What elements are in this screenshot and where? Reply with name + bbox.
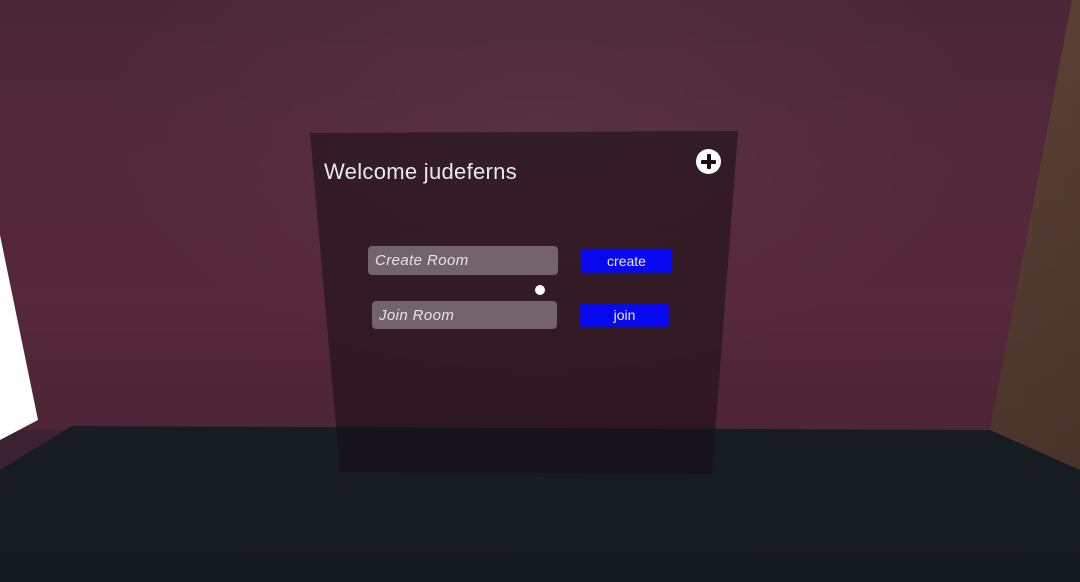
create-button[interactable]: create: [581, 249, 672, 273]
welcome-title: Welcome judeferns: [324, 159, 518, 184]
plus-circle-icon[interactable]: [696, 149, 721, 174]
create-room-input[interactable]: [368, 246, 558, 275]
pointer-dot: [535, 285, 545, 295]
join-room-input[interactable]: [372, 301, 557, 329]
join-button[interactable]: join: [580, 304, 669, 327]
